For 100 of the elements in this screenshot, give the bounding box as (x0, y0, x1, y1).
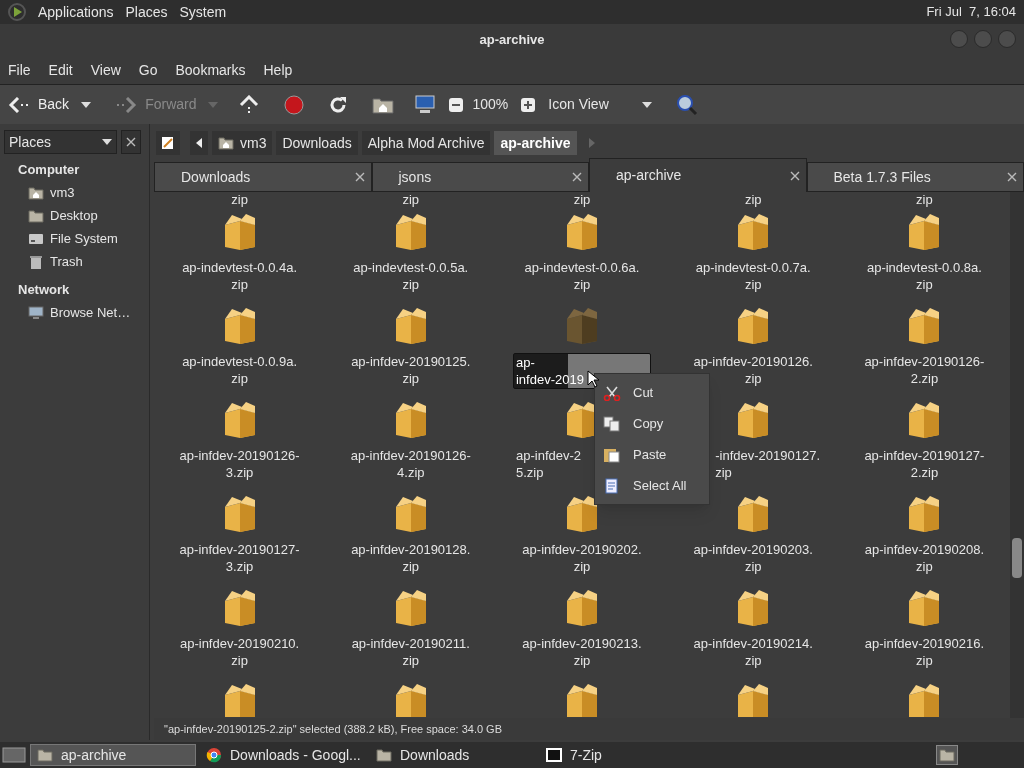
reload-icon[interactable] (328, 94, 349, 115)
path-button[interactable]: ap-archive (494, 131, 577, 155)
file-label[interactable]: ap-infdev-20190203. zip (673, 541, 834, 575)
file-label: zip (230, 192, 249, 207)
file-label: zip (743, 192, 763, 207)
section-heading: Computer (17, 161, 81, 179)
file-label[interactable]: ap-indevtest-0.0.8a. zip (844, 259, 1005, 293)
file-label[interactable]: ap-infdev-20190128. zip (330, 541, 491, 575)
file-label[interactable]: ap-infdev-20190208. zip (844, 541, 1005, 575)
menu-item[interactable]: View (90, 59, 121, 81)
menu-item[interactable]: File (8, 59, 31, 81)
archive-icon (564, 683, 600, 717)
folder-icon (939, 748, 955, 762)
taskbar-button[interactable]: ap-archive (30, 744, 196, 766)
drive-icon (28, 232, 44, 246)
tab[interactable]: Downloads (154, 162, 372, 192)
show-desktop-icon[interactable] (2, 746, 26, 764)
file-label[interactable]: ap-infdev-20190210. zip (159, 635, 320, 669)
close-icon[interactable] (126, 137, 136, 147)
file-label[interactable]: ap-infdev-20190126- 2.zip (844, 353, 1005, 387)
file-label[interactable]: ap-indevtest-0.0.7a. zip (673, 259, 834, 293)
trash-icon (28, 255, 44, 269)
scrollbar[interactable] (1010, 192, 1024, 718)
menu-option[interactable]: Select All (595, 470, 709, 501)
home-icon[interactable] (372, 95, 395, 114)
taskbar-button[interactable]: Downloads (370, 744, 536, 766)
caret-icon (81, 101, 92, 108)
path-button[interactable]: Downloads (276, 131, 358, 155)
menu-item[interactable]: Edit (48, 59, 73, 81)
file-label[interactable]: ap-infdev-20190216. zip (844, 635, 1005, 669)
computer-icon[interactable] (414, 94, 437, 115)
file-label[interactable]: ap-infdev-20190125. zip (330, 353, 491, 387)
folder-icon (376, 748, 392, 762)
file-label[interactable]: ap-infdev-20190213. zip (502, 635, 662, 669)
folder-icon (37, 748, 53, 762)
caret-icon (642, 101, 653, 108)
tab[interactable]: ap-archive (589, 158, 807, 192)
pencil-note-icon (161, 136, 175, 150)
menu-option[interactable]: Copy (595, 408, 709, 439)
archive-icon (564, 307, 600, 345)
panel-menu[interactable]: Places (125, 1, 168, 23)
taskbar-button[interactable]: 7-Zip (540, 744, 706, 766)
close-tab-icon[interactable] (1007, 172, 1017, 182)
close-tab-icon[interactable] (789, 170, 800, 181)
file-label: zip (915, 192, 934, 207)
back-arrow-icon (8, 96, 30, 113)
zoom-out-icon[interactable] (448, 96, 465, 113)
sidebar-item[interactable]: Trash (0, 250, 145, 274)
file-label[interactable]: ap-indevtest-0.0.6a. zip (502, 259, 662, 293)
taskbar-button[interactable]: Downloads - Googl... (200, 744, 366, 766)
close-button[interactable] (121, 130, 141, 154)
view-dropdown[interactable]: Icon View (548, 94, 653, 115)
file-label[interactable]: ap-indevtest-0.0.4a. zip (159, 259, 320, 293)
menu-item[interactable]: Go (138, 59, 158, 81)
file-label[interactable]: ap-infdev-20190126- 3.zip (159, 447, 320, 481)
sidebar-item[interactable]: Desktop (0, 204, 145, 228)
places-dropdown[interactable]: Places (4, 130, 117, 154)
file-label[interactable]: ap-infdev-20190127- 3.zip (159, 541, 320, 575)
folder-launcher-button[interactable] (936, 745, 958, 765)
file-label[interactable]: ap-infdev-20190127- 2.zip (844, 447, 1005, 481)
sidebar-item[interactable]: File System (0, 227, 145, 251)
file-label[interactable]: ap-infdev-20190202. zip (502, 541, 662, 575)
network-icon (28, 305, 44, 320)
file-label[interactable]: ap-infdev-20190126- 4.zip (330, 447, 491, 481)
home-folder-icon (28, 186, 44, 200)
document-icon (603, 477, 621, 494)
file-label[interactable]: ap-indevtest-0.0.5a. zip (330, 259, 491, 293)
sidebar-item[interactable]: vm3 (0, 181, 145, 205)
close-tab-icon[interactable] (354, 172, 365, 182)
close-tab-icon[interactable] (572, 172, 582, 182)
archive-icon (564, 213, 600, 251)
caret-icon (102, 139, 112, 145)
play-logo-icon (8, 3, 26, 21)
left-triangle-icon (196, 138, 202, 148)
scroll-left-button[interactable] (190, 131, 208, 155)
menu-item[interactable]: Bookmarks (175, 59, 246, 81)
path-button[interactable]: vm3 (212, 131, 273, 155)
search-icon[interactable] (676, 93, 699, 116)
panel-menu[interactable]: System (179, 1, 227, 23)
path-button[interactable]: Alpha Mod Archive (361, 131, 491, 155)
zoom-level: 100% (472, 95, 509, 114)
section-heading: Network (17, 280, 71, 299)
file-label[interactable]: ap-indevtest-0.0.9a. zip (159, 353, 320, 387)
menu-item[interactable]: Help (263, 59, 293, 81)
stop-icon[interactable] (284, 94, 305, 115)
panel-menu[interactable]: Applications (38, 1, 114, 23)
zoom-in-icon[interactable] (520, 96, 537, 113)
sidebar-item[interactable]: Browse Net… (0, 301, 145, 324)
clock[interactable]: Fri Jul 7, 16:04 (926, 2, 1016, 22)
home-folder-icon (218, 136, 234, 150)
scissors-icon (603, 384, 621, 401)
edit-location-button[interactable] (156, 131, 180, 155)
menu-option[interactable]: Paste (595, 439, 709, 470)
tab[interactable]: jsons (371, 162, 589, 192)
up-arrow-icon[interactable] (238, 94, 261, 115)
tab[interactable]: Beta 1.7.3 Files (806, 162, 1024, 192)
back-button[interactable]: Back (8, 94, 70, 115)
file-label: zip (401, 192, 421, 207)
file-label[interactable]: ap-infdev-20190214. zip (673, 635, 834, 669)
file-label[interactable]: ap-infdev-20190211. zip (330, 635, 491, 669)
